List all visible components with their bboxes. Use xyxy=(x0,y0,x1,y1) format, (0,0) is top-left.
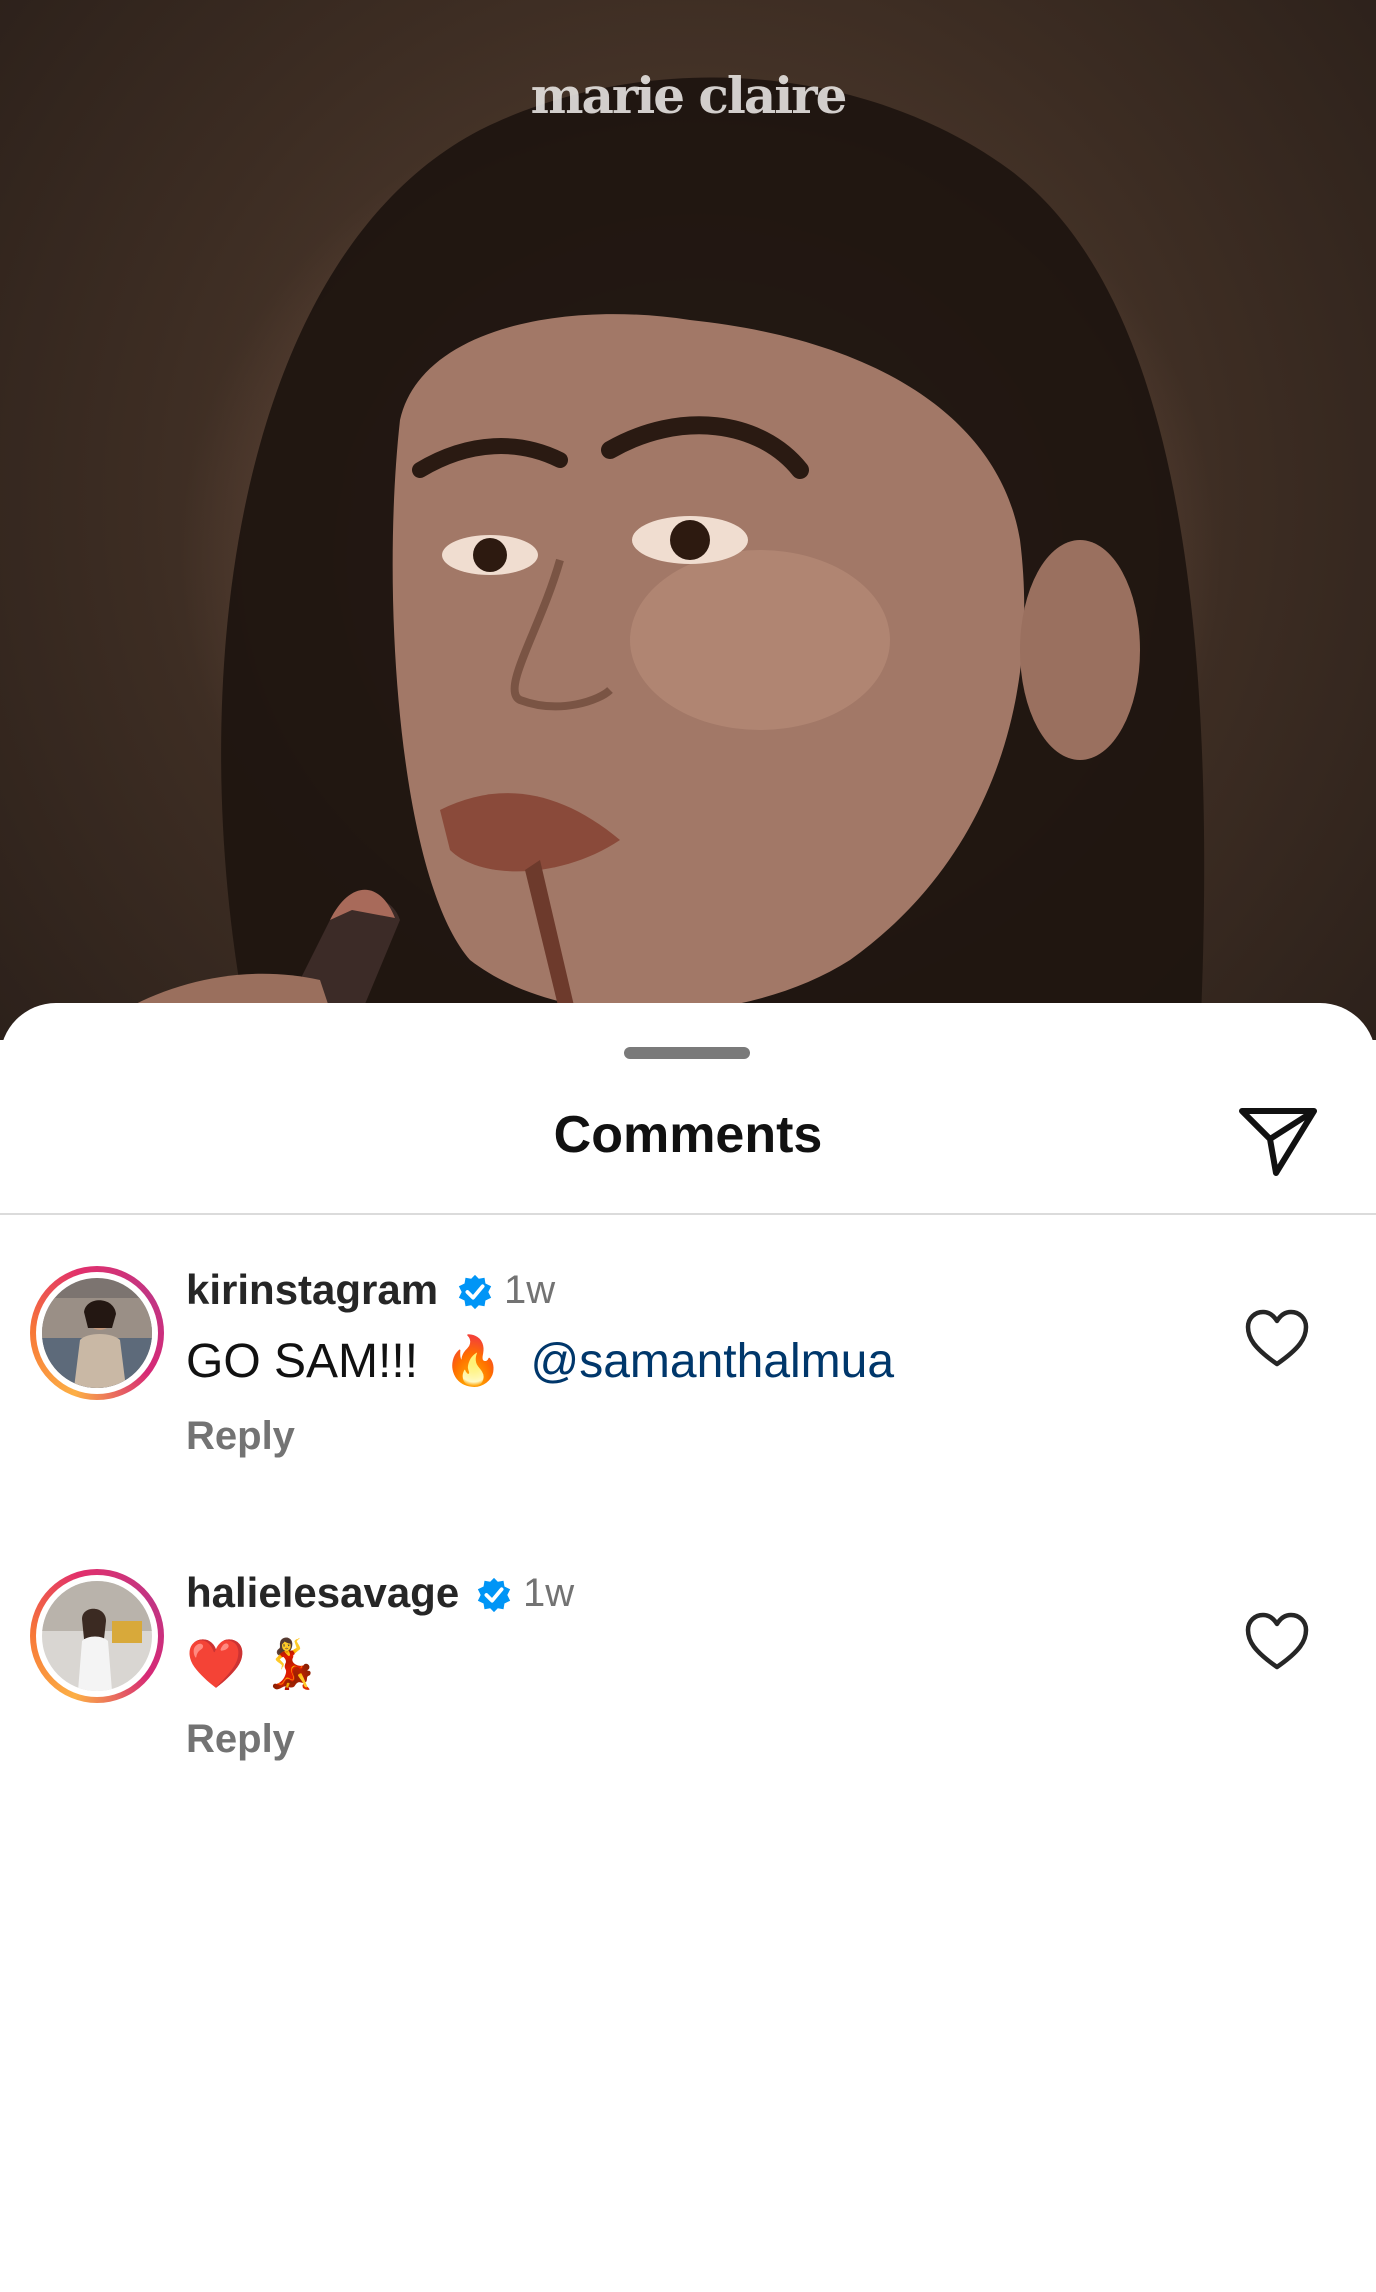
verified-badge-icon xyxy=(477,1577,511,1613)
fire-emoji: 🔥 xyxy=(443,1333,504,1389)
share-button[interactable] xyxy=(1236,1101,1320,1181)
comments-sheet: Comments kirinstagram 1w GO SAM!!! 🔥 @sa… xyxy=(0,1003,1376,2292)
like-button[interactable] xyxy=(1244,1611,1310,1673)
sheet-title: Comments xyxy=(553,1106,823,1164)
comment-username[interactable]: kirinstagram xyxy=(186,1266,438,1314)
avatar[interactable] xyxy=(30,1266,164,1400)
post-image: marie claire xyxy=(0,0,1376,1040)
comment-body: GO SAM!!! xyxy=(186,1335,419,1388)
heart-outline-icon xyxy=(1245,1612,1309,1670)
like-button[interactable] xyxy=(1244,1308,1310,1370)
comment-username[interactable]: halielesavage xyxy=(186,1569,459,1617)
comment-item: kirinstagram 1w GO SAM!!! 🔥 @samanthalmu… xyxy=(0,1266,1376,1526)
verified-badge-icon xyxy=(458,1274,492,1310)
drag-handle[interactable] xyxy=(624,1047,750,1059)
comment-text: GO SAM!!! 🔥 @samanthalmua xyxy=(186,1332,894,1389)
paper-plane-icon xyxy=(1239,1108,1317,1176)
portrait-illustration xyxy=(80,77,1205,1040)
comment-timestamp: 1w xyxy=(523,1571,575,1615)
mention-link[interactable]: @samanthalmua xyxy=(530,1335,894,1388)
heart-outline-icon xyxy=(1245,1309,1309,1367)
avatar-photo xyxy=(42,1581,152,1691)
heart-dancer-emoji: ❤️ 💃 xyxy=(186,1636,321,1692)
header-divider xyxy=(0,1213,1376,1215)
avatar[interactable] xyxy=(30,1569,164,1703)
avatar-photo xyxy=(42,1278,152,1388)
reply-button[interactable]: Reply xyxy=(186,1717,295,1762)
brand-logo: marie claire xyxy=(530,66,848,125)
comment-timestamp: 1w xyxy=(504,1268,556,1312)
comment-item: halielesavage 1w ❤️ 💃 Reply xyxy=(0,1569,1376,1829)
reply-button[interactable]: Reply xyxy=(186,1414,295,1459)
comment-text: ❤️ 💃 xyxy=(186,1635,321,1692)
